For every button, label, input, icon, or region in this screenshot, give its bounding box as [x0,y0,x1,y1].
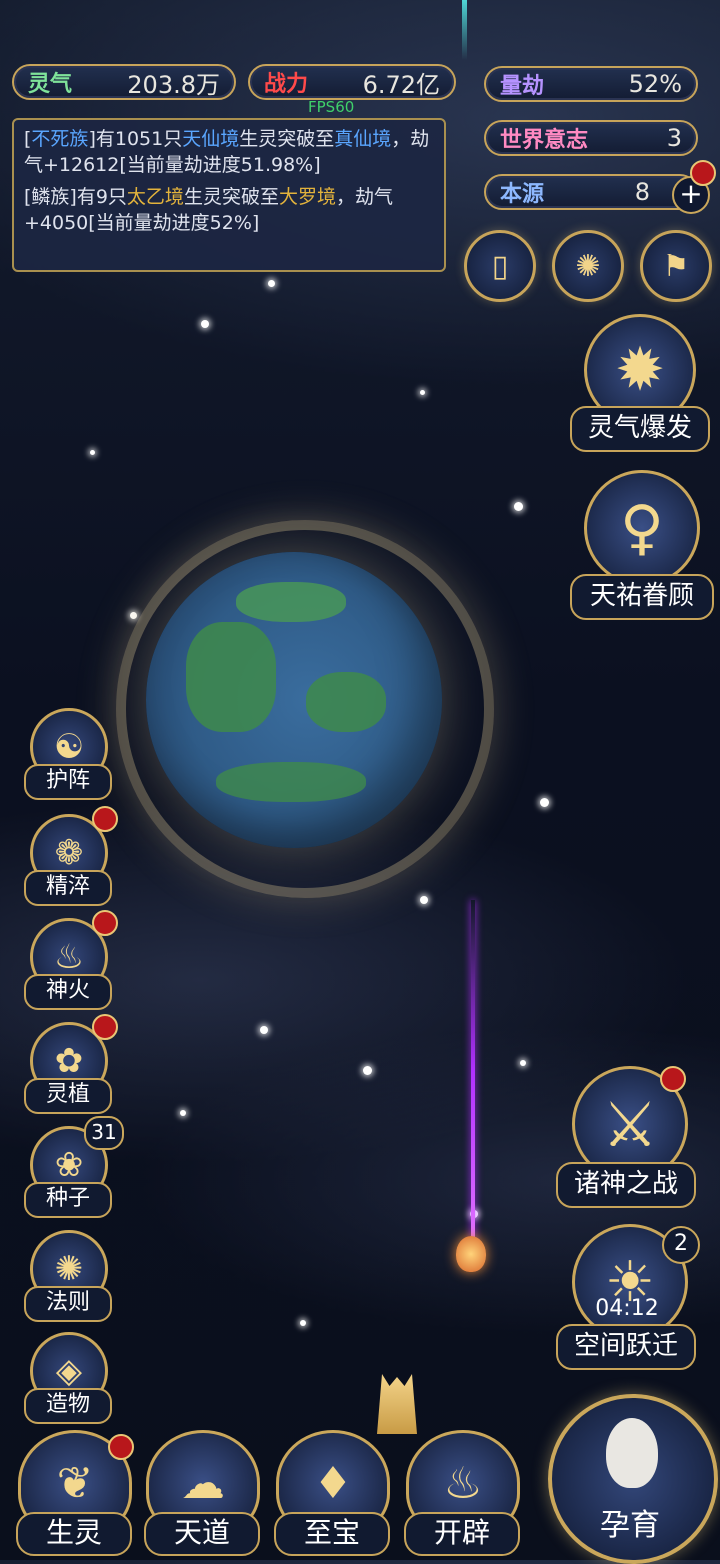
notification-dot [92,1014,118,1040]
liangjie-stat[interactable]: 量劫 52% [484,66,698,102]
embryo-icon [606,1418,658,1488]
lingqi-value: 203.8万 [127,70,220,99]
star [180,1110,186,1116]
vortex-icon: ✺ [575,248,601,284]
tab-label: 生灵 [16,1512,132,1556]
war-label: 诸神之战 [556,1162,696,1208]
star [520,1060,526,1066]
light-beam [462,0,467,60]
sidebar-label: 造物 [24,1388,112,1424]
star [260,1026,268,1034]
tab-kaipi[interactable]: ♨ 开辟 [402,1430,520,1556]
notification-dot [108,1434,134,1460]
star [300,1320,306,1326]
burst-button[interactable]: ✹ 灵气爆发 [570,314,710,454]
goddess-icon: ♀ [584,470,700,586]
log-line-2: [鳞族]有9只太乙境生灵突破至大罗境，劫气+4050[当前量劫进度52%] [24,184,434,236]
seed-count-badge: 31 [84,1116,124,1150]
lingqi-label: 灵气 [28,72,73,97]
sidebar-item-faze[interactable]: ✺ 法则 [24,1230,112,1322]
blessing-button[interactable]: ♀ 天祐眷顾 [570,470,714,620]
notification-dot [660,1066,686,1092]
purple-beam [471,900,475,1240]
sidebar-label: 种子 [24,1182,112,1218]
island [236,582,346,622]
flag-icon: ⚑ [662,248,690,284]
event-log: [不死族]有1051只天仙境生灵突破至真仙境，劫气+12612[当前量劫进度51… [12,118,446,272]
notification-dot [92,910,118,936]
log-text: 生灵突破至 [239,128,335,150]
blessing-label: 天祐眷顾 [570,574,714,620]
shijie-stat[interactable]: 世界意志 3 [484,120,698,156]
card-button[interactable]: ▯ [464,230,536,302]
jump-timer: 04:12 [595,1296,659,1321]
zhanli-label: 战力 [264,72,309,97]
nurture-label: 孕育 [600,1508,660,1543]
star [201,320,209,328]
island [216,762,366,802]
sidebar-item-zaowu[interactable]: ◈ 造物 [24,1332,112,1424]
lingqi-stat: 灵气 203.8万 [12,64,236,100]
space-jump-label: 空间跃迁 [556,1324,696,1370]
star [363,1066,372,1075]
planet[interactable] [146,552,442,848]
liangjie-value: 52% [628,70,682,98]
nurture-button[interactable]: 孕育 [548,1394,718,1564]
shijie-label: 世界意志 [500,128,589,153]
liangjie-label: 量劫 [500,74,545,99]
zhanli-value: 6.72亿 [362,70,440,99]
log-text: 生灵突破至 [183,186,279,208]
realm-name: 大罗境 [278,186,336,208]
star [514,502,523,511]
realm-name: 太乙境 [126,186,184,208]
flag-button[interactable]: ⚑ [640,230,712,302]
tab-label: 至宝 [274,1512,390,1556]
fps-counter: FPS60 [308,98,355,116]
benyuan-value: 8 [634,178,650,206]
benyuan-label: 本源 [500,182,545,207]
star [420,390,425,395]
island [186,622,276,732]
star [540,798,549,807]
tab-label: 开辟 [404,1512,520,1556]
zhanli-stat: 战力 6.72亿 [248,64,456,100]
temple-icon[interactable] [377,1374,417,1434]
log-text: [鳞族]有9只 [24,186,127,208]
sidebar-label: 法则 [24,1286,112,1322]
sidebar-label: 灵植 [24,1078,112,1114]
vortex-button[interactable]: ✺ [552,230,624,302]
race-name: 不死族 [31,128,89,150]
star [90,450,95,455]
tab-label: 天道 [144,1512,260,1556]
card-icon: ▯ [491,248,509,284]
jump-count-badge: 2 [662,1226,700,1264]
sidebar-label: 护阵 [24,764,112,800]
star [130,612,137,619]
benyuan-stat[interactable]: 本源 8 [484,174,698,210]
log-text: ]有1051只 [88,128,183,150]
tab-tiandao[interactable]: ☁ 天道 [142,1430,260,1556]
fire-seed-icon[interactable] [456,1236,486,1272]
realm-name: 天仙境 [182,128,240,150]
notification-dot [92,806,118,832]
sidebar-label: 神火 [24,974,112,1010]
star [268,280,275,287]
sidebar-item-huzhen[interactable]: ☯ 护阵 [24,708,112,800]
notification-dot [690,160,716,186]
log-line-1: [不死族]有1051只天仙境生灵突破至真仙境，劫气+12612[当前量劫进度51… [24,126,434,178]
realm-name: 真仙境 [334,128,392,150]
burst-label: 灵气爆发 [570,406,710,452]
tab-zhibao[interactable]: ♦ 至宝 [272,1430,390,1556]
island [306,672,386,732]
shijie-value: 3 [666,124,682,152]
star [420,896,428,904]
sidebar-label: 精淬 [24,870,112,906]
